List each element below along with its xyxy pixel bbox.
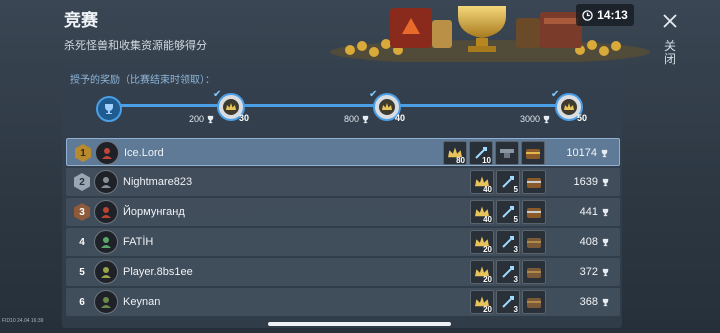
- chest-reward-icon[interactable]: [522, 260, 546, 284]
- player-name: Nightmare823: [123, 176, 193, 188]
- reward-milestone-2[interactable]: ✔ 40: [369, 89, 405, 123]
- chest-reward-icon[interactable]: [522, 200, 546, 224]
- rewards-label: 授予的奖励（比赛结束时领取）：: [70, 75, 215, 86]
- avatar[interactable]: [94, 230, 118, 254]
- player-name: Keynan: [123, 296, 161, 308]
- table-row[interactable]: 2 Nightmare823 40 5 1639: [66, 168, 620, 196]
- crown-icon: [223, 99, 239, 115]
- anvil-reward-icon[interactable]: [495, 141, 519, 165]
- milestone-threshold-2: 800: [344, 114, 370, 124]
- player-name: Ice.Lord: [124, 147, 164, 159]
- crown-reward-icon[interactable]: 20: [470, 290, 494, 314]
- avatar[interactable]: [94, 260, 118, 284]
- milestone-threshold-1: 200: [189, 114, 215, 124]
- player-name: FATİH: [123, 236, 154, 248]
- page-title: 竞赛: [64, 11, 98, 30]
- avatar[interactable]: [95, 141, 119, 165]
- reward-items: 40 5: [470, 170, 546, 194]
- avatar[interactable]: [94, 170, 118, 194]
- clock-icon: [582, 9, 593, 21]
- reward-milestone-1[interactable]: ✔ 30: [213, 89, 249, 123]
- crown-reward-icon[interactable]: 40: [470, 200, 494, 224]
- check-icon: ✔: [551, 89, 560, 100]
- ice-shard-reward-icon[interactable]: 3: [496, 260, 520, 284]
- crown-reward-icon[interactable]: 80: [443, 141, 467, 165]
- player-score: 1639: [574, 176, 610, 188]
- ice-shard-reward-icon[interactable]: 3: [496, 290, 520, 314]
- trophy-icon: [543, 115, 550, 123]
- chest-reward-icon[interactable]: [522, 290, 546, 314]
- close-label[interactable]: 关闭: [664, 40, 677, 66]
- home-indicator[interactable]: [268, 322, 451, 326]
- crown-reward-icon[interactable]: 20: [470, 230, 494, 254]
- reward-items: 40 5: [470, 200, 546, 224]
- table-row[interactable]: 1 Ice.Lord 80 10 10174: [66, 138, 620, 166]
- close-button[interactable]: 关闭: [658, 12, 682, 66]
- table-row[interactable]: 3 Йормунганд 40 5 441: [66, 198, 620, 226]
- close-icon[interactable]: [661, 12, 679, 30]
- chest-reward-icon[interactable]: [522, 170, 546, 194]
- milestone-reward-1: 30: [239, 113, 250, 123]
- rank-number: 5: [79, 266, 85, 278]
- trophy-icon: [602, 298, 609, 306]
- timer-value: 14:13: [597, 8, 628, 22]
- crown-icon: [379, 99, 395, 115]
- crown-icon: [561, 99, 577, 115]
- player-score: 368: [580, 296, 610, 308]
- table-row[interactable]: 5 Player.8bs1ee 20 3 372: [66, 258, 620, 286]
- chest-reward-icon[interactable]: [521, 141, 545, 165]
- leaderboard: 1 Ice.Lord 80 10 10174 2 Nightmare823 40…: [66, 138, 620, 318]
- trophy-icon: [602, 268, 609, 276]
- check-icon: ✔: [369, 89, 378, 100]
- reward-items: 20 3: [470, 230, 546, 254]
- trophy-icon: [602, 238, 609, 246]
- ice-shard-reward-icon[interactable]: 3: [496, 230, 520, 254]
- reward-items: 20 3: [470, 260, 546, 284]
- rank-number: 4: [79, 236, 85, 248]
- chest-reward-icon[interactable]: [522, 230, 546, 254]
- reward-items: 80 10: [443, 141, 545, 165]
- player-name: Player.8bs1ee: [123, 266, 193, 278]
- player-score: 10174: [566, 147, 609, 159]
- player-score: 372: [580, 266, 610, 278]
- page-subtitle: 杀死怪兽和收集资源能够得分: [64, 40, 207, 52]
- milestone-reward-3: 50: [577, 113, 588, 123]
- trophy-icon: [362, 115, 369, 123]
- table-row[interactable]: 4 FATİH 20 3 408: [66, 228, 620, 256]
- rank-badge: 3: [74, 203, 90, 221]
- check-icon: ✔: [213, 89, 222, 100]
- trophy-start-icon: [96, 96, 122, 122]
- milestone-threshold-3: 3000: [520, 114, 551, 124]
- event-timer: 14:13: [576, 4, 634, 26]
- reward-milestone-3[interactable]: ✔ 50: [551, 89, 587, 123]
- player-name: Йормунганд: [123, 206, 185, 218]
- trophy-icon: [207, 115, 214, 123]
- player-score: 441: [580, 206, 610, 218]
- avatar[interactable]: [94, 290, 118, 314]
- ice-shard-reward-icon[interactable]: 5: [496, 170, 520, 194]
- rank-badge: 2: [74, 173, 90, 191]
- trophy-icon: [602, 178, 609, 186]
- ice-shard-reward-icon[interactable]: 10: [469, 141, 493, 165]
- rank-number: 6: [79, 296, 85, 308]
- crown-reward-icon[interactable]: 40: [470, 170, 494, 194]
- build-info: FID10 24.04 16:39: [2, 318, 44, 324]
- player-score: 408: [580, 236, 610, 248]
- rank-badge: 1: [75, 144, 91, 162]
- crown-reward-icon[interactable]: 20: [470, 260, 494, 284]
- table-row[interactable]: 6 Keynan 20 3 368: [66, 288, 620, 316]
- trophy-icon: [601, 149, 608, 157]
- avatar[interactable]: [94, 200, 118, 224]
- ice-shard-reward-icon[interactable]: 5: [496, 200, 520, 224]
- reward-items: 20 3: [470, 290, 546, 314]
- reward-progress-track: [108, 104, 570, 107]
- milestone-reward-2: 40: [395, 113, 406, 123]
- trophy-icon: [602, 208, 609, 216]
